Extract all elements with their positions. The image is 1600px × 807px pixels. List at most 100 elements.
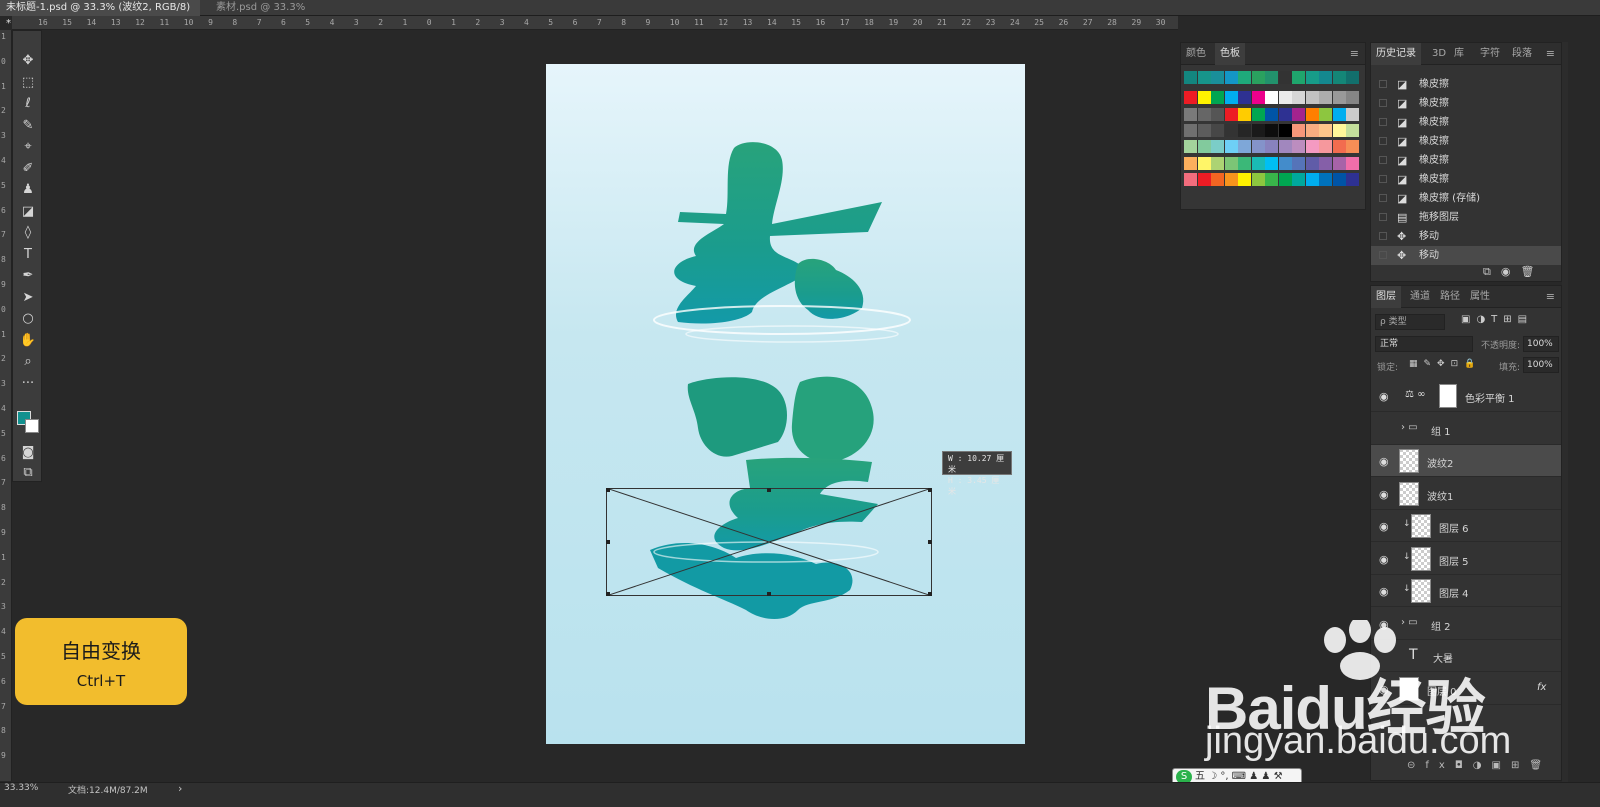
color-swatch[interactable] (1238, 172, 1251, 186)
panel-scrollbar[interactable] (1562, 42, 1568, 782)
opacity-input[interactable]: 100% (1523, 336, 1559, 352)
color-swatch[interactable] (1197, 123, 1211, 137)
color-swatch[interactable] (1332, 71, 1346, 84)
lock-icons[interactable]: ▦✎✥⊡🔒 (1409, 359, 1481, 369)
color-swatch[interactable] (1278, 91, 1292, 105)
transform-handle[interactable] (928, 540, 932, 544)
color-swatch[interactable] (1305, 91, 1319, 105)
color-swatch[interactable] (1251, 91, 1265, 105)
transform-handle[interactable] (606, 592, 610, 596)
tab-color[interactable]: 颜色 (1181, 43, 1211, 65)
color-swatch[interactable] (1184, 140, 1197, 154)
color-swatch[interactable] (1332, 107, 1346, 121)
lasso-tool-icon[interactable]: ℓ (13, 94, 43, 114)
layer-name[interactable]: 组 1 (1431, 423, 1451, 438)
color-swatch[interactable] (1332, 140, 1346, 154)
history-state[interactable]: ◪ 橡皮擦 (1371, 94, 1561, 113)
layer-filter-select[interactable]: ρ 类型 (1375, 314, 1445, 330)
transform-handle[interactable] (928, 592, 932, 596)
history-state[interactable]: ◪ 橡皮擦 (1371, 113, 1561, 132)
color-swatch[interactable] (1211, 156, 1224, 170)
color-swatch[interactable] (1292, 91, 1305, 105)
visibility-eye-icon[interactable]: ◉ (1379, 455, 1389, 468)
document-canvas[interactable] (546, 64, 1025, 744)
color-swatch[interactable] (1346, 91, 1359, 105)
layer-name[interactable]: 图层 6 (1439, 520, 1469, 535)
color-swatch[interactable] (1197, 71, 1211, 84)
color-swatch[interactable] (1319, 91, 1332, 105)
transform-handle[interactable] (928, 488, 932, 492)
color-swatch[interactable] (1238, 91, 1251, 105)
panel-menu-icon[interactable]: ≡ (1546, 47, 1555, 60)
layer-name[interactable]: 色彩平衡 1 (1465, 390, 1515, 405)
color-swatch[interactable] (1319, 140, 1332, 154)
magic-wand-tool-icon[interactable]: ✎ (13, 116, 43, 136)
history-state[interactable]: ◪ 橡皮擦 (存储) (1371, 189, 1561, 208)
visibility-eye-icon[interactable]: ◉ (1379, 553, 1389, 566)
document-tab-inactive[interactable]: 素材.psd @ 33.3%(RGB/8) × (210, 0, 350, 29)
snapshot-source-checkbox[interactable] (1379, 194, 1387, 202)
color-swatch[interactable] (1238, 123, 1251, 137)
history-state[interactable]: ◪ 橡皮擦 (1371, 151, 1561, 170)
color-swatch[interactable] (1305, 156, 1319, 170)
visibility-eye-icon[interactable]: ◉ (1379, 488, 1389, 501)
color-swatch[interactable] (1292, 123, 1305, 137)
color-swatch[interactable] (1278, 156, 1292, 170)
color-swatch[interactable] (1197, 91, 1211, 105)
snapshot-source-checkbox[interactable] (1379, 213, 1387, 221)
color-swatch[interactable] (1224, 140, 1238, 154)
color-swatch[interactable] (1265, 140, 1278, 154)
visibility-eye-icon[interactable]: ◉ (1379, 390, 1389, 403)
color-swatch[interactable] (1305, 140, 1319, 154)
color-swatch[interactable] (1265, 107, 1278, 121)
new-document-from-state-icon[interactable]: ⧉ (1483, 265, 1501, 278)
brush-tool-icon[interactable]: ✐ (13, 159, 43, 179)
history-state[interactable]: ◪ 橡皮擦 (1371, 170, 1561, 189)
layer-row[interactable]: ◉ ↓ 图层 4 (1371, 575, 1561, 607)
layer-thumbnail[interactable] (1399, 481, 1419, 506)
snapshot-source-checkbox[interactable] (1379, 99, 1387, 107)
tab-library[interactable]: 库 (1449, 43, 1469, 65)
document-tab-active[interactable]: 未标题-1.psd @ 33.3% (波纹2, RGB/8) * × (0, 0, 200, 29)
color-swatch[interactable] (1305, 123, 1319, 137)
visibility-eye-icon[interactable]: ◉ (1379, 585, 1389, 598)
folder-icon[interactable]: › ▭ (1401, 422, 1418, 433)
background-color-swatch[interactable] (25, 419, 39, 433)
layer-mask-thumbnail[interactable] (1439, 384, 1457, 408)
color-swatch[interactable] (1251, 156, 1265, 170)
color-swatch[interactable] (1319, 123, 1332, 137)
color-swatch[interactable] (1278, 107, 1292, 121)
color-swatch[interactable] (1224, 71, 1238, 84)
zoom-level[interactable]: 33.33% (4, 783, 38, 793)
color-swatch[interactable] (1197, 140, 1211, 154)
tab-channels[interactable]: 通道 (1405, 286, 1435, 308)
color-swatch[interactable] (1184, 172, 1197, 186)
tab-paragraph[interactable]: 段落 (1507, 43, 1537, 65)
color-swatch[interactable] (1305, 107, 1319, 121)
tab-history[interactable]: 历史记录 (1371, 43, 1421, 65)
snapshot-source-checkbox[interactable] (1379, 156, 1387, 164)
color-swatch[interactable] (1346, 123, 1359, 137)
layer-row[interactable]: ◉ ↓ 图层 6 (1371, 510, 1561, 542)
hand-tool-icon[interactable]: ✋ (13, 331, 43, 351)
ruler-vertical[interactable]: 1 0 1 2 3 4 5 6 7 8 9 0 1 2 3 4 5 6 7 8 9 1 2 3 4 5 6 7 8 9 (0, 30, 12, 781)
color-swatch[interactable] (1346, 107, 1359, 121)
color-swatch[interactable] (1184, 107, 1197, 121)
screen-mode-icon[interactable]: ⧉ (13, 463, 43, 483)
free-transform-box[interactable] (606, 488, 932, 596)
history-state[interactable]: ◪ 橡皮擦 (1371, 132, 1561, 151)
tab-swatches[interactable]: 色板 (1215, 43, 1245, 65)
status-menu-arrow[interactable]: › (178, 782, 182, 795)
color-swatch[interactable] (1265, 123, 1278, 137)
tab-properties[interactable]: 属性 (1465, 286, 1495, 308)
color-swatch[interactable] (1278, 71, 1292, 84)
bucket-tool-icon[interactable]: ◊ (13, 223, 43, 243)
history-state[interactable]: ✥ 移动 (1371, 227, 1561, 246)
zoom-tool-icon[interactable]: ⌕ (13, 352, 43, 372)
snapshot-source-checkbox[interactable] (1379, 137, 1387, 145)
snapshot-source-checkbox[interactable] (1379, 118, 1387, 126)
snapshot-source-checkbox[interactable] (1379, 175, 1387, 183)
eraser-tool-icon[interactable]: ◪ (13, 202, 43, 222)
color-swatch[interactable] (1224, 107, 1238, 121)
path-select-tool-icon[interactable]: ➤ (13, 288, 43, 308)
